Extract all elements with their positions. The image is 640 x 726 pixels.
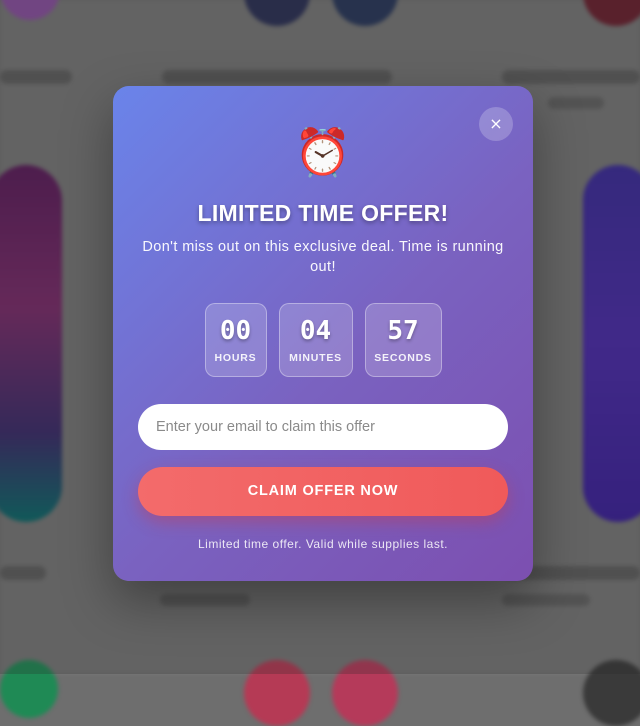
countdown-minutes: 04 MINUTES bbox=[278, 303, 353, 377]
countdown-minutes-value: 04 bbox=[299, 316, 332, 346]
limited-offer-modal: × ⏰ LIMITED TIME OFFER! Don't miss out o… bbox=[113, 86, 533, 581]
alarm-clock-icon: ⏰ bbox=[294, 125, 352, 179]
countdown-hours-label: HOURS bbox=[214, 352, 257, 364]
countdown-hours-value: 00 bbox=[219, 316, 252, 346]
countdown-hours: 00 HOURS bbox=[204, 303, 267, 377]
modal-subtitle: Don't miss out on this exclusive deal. T… bbox=[142, 239, 504, 275]
countdown-seconds-value: 57 bbox=[387, 316, 419, 346]
countdown-seconds: 57 SECONDS bbox=[364, 303, 442, 377]
modal-title: LIMITED TIME OFFER! bbox=[197, 200, 449, 226]
claim-offer-button[interactable]: CLAIM OFFER NOW bbox=[138, 467, 508, 516]
countdown-timer: 00 HOURS 04 MINUTES 57 SECONDS bbox=[113, 303, 533, 377]
countdown-seconds-label: SECONDS bbox=[374, 352, 432, 364]
offer-footnote: Limited time offer. Valid while supplies… bbox=[198, 537, 448, 551]
countdown-minutes-label: MINUTES bbox=[289, 352, 342, 364]
email-field[interactable] bbox=[138, 404, 508, 450]
